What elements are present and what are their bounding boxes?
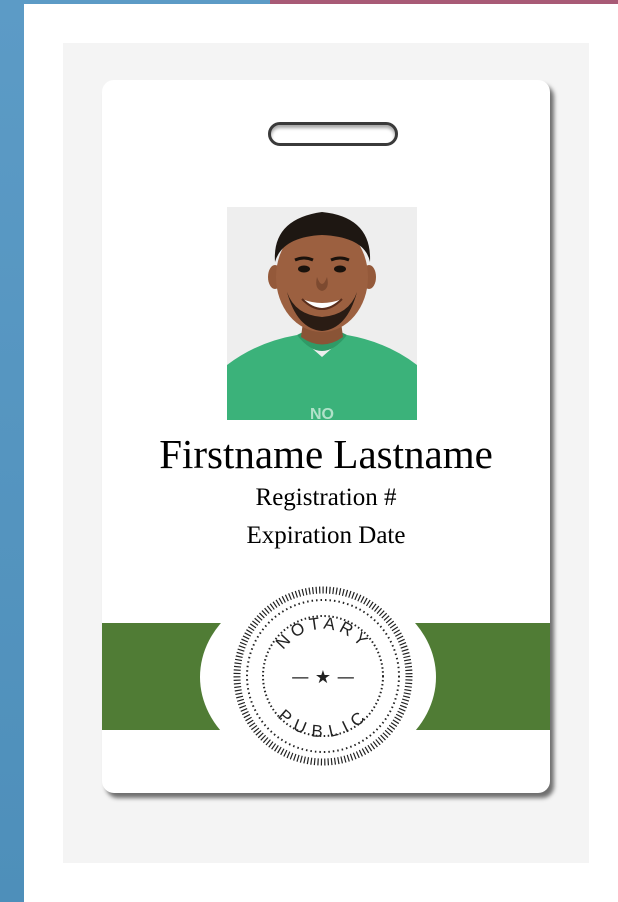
svg-text:NO: NO [310, 406, 334, 420]
top-border-strip-red [270, 0, 618, 4]
seal-top-text: NOTARY [272, 614, 370, 653]
id-badge-card: NO Firstname Lastname Registration # Exp… [102, 80, 550, 793]
lanyard-slot [268, 122, 398, 146]
svg-text:PUBLIC: PUBLIC [275, 706, 372, 742]
registration-number-label: Registration # [255, 484, 397, 511]
portrait-photo-image: NO [227, 207, 417, 420]
seal-star-icon: — ★ — [291, 667, 355, 688]
svg-text:NOTARY: NOTARY [272, 614, 374, 653]
top-border-strip-blue [0, 0, 270, 4]
left-border-strip [0, 0, 24, 902]
badge-photo: NO [227, 207, 417, 420]
seal-bottom-text: PUBLIC [275, 706, 368, 742]
page-background: NO Firstname Lastname Registration # Exp… [0, 0, 618, 902]
notary-seal-stamp: NOTARY PUBLIC — ★ — [233, 586, 413, 766]
badge-holder-name: Firstname Lastname [159, 431, 493, 477]
expiration-date-label: Expiration Date [246, 522, 406, 549]
